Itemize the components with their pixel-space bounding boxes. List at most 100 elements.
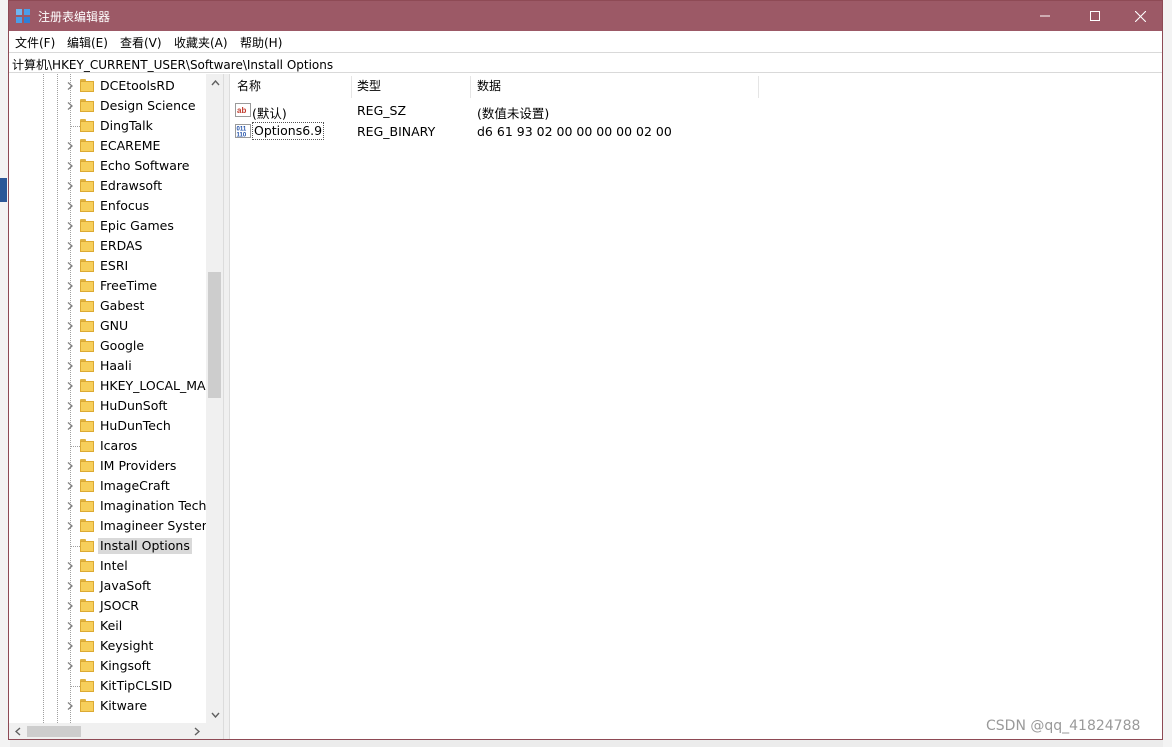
tree-item[interactable]: JavaSoft (9, 576, 206, 596)
tree-item-label: IM Providers (100, 458, 177, 473)
menu-file[interactable]: 文件(F) (15, 34, 55, 51)
tree-item[interactable]: ECAREME (9, 136, 206, 156)
menu-view[interactable]: 查看(V) (120, 34, 162, 51)
tree-item-label: KitTipCLSID (100, 678, 173, 693)
tree-item[interactable]: Design Science (9, 96, 206, 116)
tree-item[interactable]: Icaros (9, 436, 206, 456)
tree-item[interactable]: Keil (9, 616, 206, 636)
menu-edit[interactable]: 编辑(E) (67, 34, 108, 51)
chevron-right-icon[interactable] (65, 301, 75, 311)
tree-item-label: FreeTime (100, 278, 158, 293)
chevron-right-icon[interactable] (65, 401, 75, 411)
tree-item[interactable]: Imagination Techn (9, 496, 214, 516)
scroll-up-button[interactable] (206, 74, 223, 91)
tree-item[interactable]: Epic Games (9, 216, 206, 236)
tree-item[interactable]: Keysight (9, 636, 206, 656)
chevron-right-icon[interactable] (65, 421, 75, 431)
scroll-left-button[interactable] (9, 723, 27, 739)
chevron-right-icon[interactable] (65, 381, 75, 391)
tree-item-label: Keysight (100, 638, 154, 653)
chevron-right-icon[interactable] (65, 621, 75, 631)
scroll-thumb[interactable] (27, 726, 81, 737)
chevron-right-icon[interactable] (65, 641, 75, 651)
tree-item[interactable]: Kingsoft (9, 656, 206, 676)
registry-editor-app-icon (16, 9, 30, 23)
tree-item[interactable]: FreeTime (9, 276, 206, 296)
tree-item[interactable]: Edrawsoft (9, 176, 206, 196)
tree-item[interactable]: GNU (9, 316, 206, 336)
string-value-icon: ab (235, 103, 251, 117)
tree-item[interactable]: DCEtoolsRD (9, 76, 206, 96)
title-bar[interactable]: 注册表编辑器 (9, 1, 1162, 31)
tree-item[interactable]: KitTipCLSID (9, 676, 206, 696)
minimize-button[interactable] (1022, 1, 1068, 31)
column-divider[interactable] (351, 76, 352, 98)
chevron-right-icon[interactable] (65, 521, 75, 531)
tree-item[interactable]: JSOCR (9, 596, 206, 616)
column-divider[interactable] (470, 76, 471, 98)
tree-item[interactable]: Enfocus (9, 196, 206, 216)
chevron-right-icon[interactable] (65, 81, 75, 91)
chevron-right-icon[interactable] (65, 581, 75, 591)
tree-item[interactable]: ERDAS (9, 236, 206, 256)
chevron-right-icon[interactable] (65, 241, 75, 251)
tree-item[interactable]: Install Options (9, 536, 206, 556)
tree-item[interactable]: HuDunTech (9, 416, 206, 436)
tree-horizontal-scrollbar[interactable] (9, 723, 206, 739)
chevron-right-icon[interactable] (65, 161, 75, 171)
column-header-data[interactable]: 数据 (477, 74, 501, 98)
tree-item[interactable]: Imagineer Systems (9, 516, 220, 536)
chevron-right-icon[interactable] (65, 321, 75, 331)
tree-vertical-scrollbar[interactable] (206, 74, 223, 723)
close-button[interactable] (1117, 1, 1162, 31)
tree-item[interactable]: Google (9, 336, 206, 356)
menu-help[interactable]: 帮助(H) (240, 34, 282, 51)
folder-icon (80, 539, 94, 552)
tree-item[interactable]: HuDunSoft (9, 396, 206, 416)
chevron-right-icon[interactable] (65, 701, 75, 711)
background-window-right (1163, 0, 1172, 747)
tree-item[interactable]: Echo Software (9, 156, 206, 176)
tree-item[interactable]: Intel (9, 556, 206, 576)
chevron-right-icon[interactable] (65, 561, 75, 571)
tree-item-label: Kingsoft (100, 658, 151, 673)
address-path[interactable]: 计算机\HKEY_CURRENT_USER\Software\Install O… (12, 56, 333, 73)
folder-icon (80, 659, 94, 672)
tree-item[interactable]: Kitware (9, 696, 206, 716)
chevron-right-icon[interactable] (65, 361, 75, 371)
column-header-name[interactable]: 名称 (237, 74, 261, 98)
chevron-right-icon[interactable] (65, 341, 75, 351)
chevron-right-icon[interactable] (65, 181, 75, 191)
tree-item[interactable]: ImageCraft (9, 476, 206, 496)
chevron-right-icon[interactable] (65, 201, 75, 211)
folder-icon (80, 359, 94, 372)
chevron-right-icon[interactable] (65, 221, 75, 231)
tree-item[interactable]: Gabest (9, 296, 206, 316)
scroll-right-button[interactable] (188, 723, 206, 739)
menu-favorites[interactable]: 收藏夹(A) (174, 34, 228, 51)
chevron-right-icon[interactable] (65, 501, 75, 511)
chevron-right-icon[interactable] (65, 461, 75, 471)
chevron-right-icon[interactable] (65, 481, 75, 491)
chevron-right-icon[interactable] (65, 141, 75, 151)
column-divider[interactable] (758, 76, 759, 98)
tree-item-label: Imagination Techn (100, 498, 215, 513)
tree-item[interactable]: Haali (9, 356, 206, 376)
tree-item[interactable]: ESRI (9, 256, 206, 276)
chevron-right-icon[interactable] (65, 101, 75, 111)
watermark: CSDN @qq_41824788 (986, 718, 1141, 734)
column-header-type[interactable]: 类型 (357, 74, 381, 98)
chevron-right-icon[interactable] (65, 661, 75, 671)
scroll-thumb[interactable] (208, 272, 221, 398)
value-row-default[interactable]: ab (默认) REG_SZ (数值未设置) (230, 100, 1162, 121)
chevron-right-icon[interactable] (65, 281, 75, 291)
value-row-options[interactable]: 011 110 Options6.9 REG_BINARY d6 61 93 0… (230, 121, 1162, 142)
tree-item[interactable]: IM Providers (9, 456, 206, 476)
chevron-right-icon[interactable] (65, 601, 75, 611)
tree-item[interactable]: HKEY_LOCAL_MAC (9, 376, 214, 396)
tree-item[interactable]: DingTalk (9, 116, 206, 136)
chevron-right-icon[interactable] (65, 261, 75, 271)
address-bar[interactable]: 计算机\HKEY_CURRENT_USER\Software\Install O… (9, 52, 1162, 73)
scroll-down-button[interactable] (206, 706, 223, 723)
maximize-button[interactable] (1072, 1, 1118, 31)
